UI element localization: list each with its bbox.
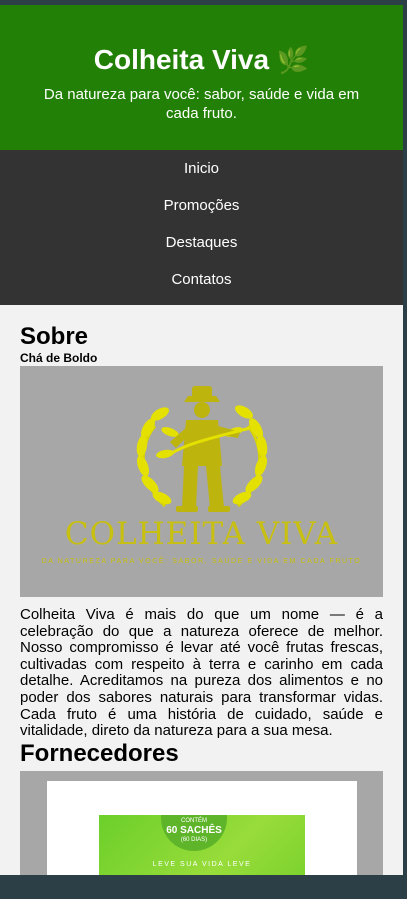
about-heading: Sobre <box>20 323 89 350</box>
product-badge: CONTÉM 60 SACHÊS (60 DIAS) <box>161 814 227 851</box>
product-package: CONTÉM 60 SACHÊS (60 DIAS) LEVE SUA VIDA… <box>99 814 305 875</box>
badge-top: CONTÉM <box>181 817 207 824</box>
site-title: Colheita Viva 🌿 <box>0 43 403 77</box>
nav-item-promocoes[interactable]: Promoções <box>0 192 403 229</box>
badge-bottom: (60 DIAS) <box>180 836 208 843</box>
main-nav: Inicio Promoções Destaques Contatos <box>0 150 403 305</box>
nav-item-contatos[interactable]: Contatos <box>0 266 403 303</box>
site-header: Colheita Viva 🌿 Da natureza para você: s… <box>0 5 403 150</box>
main-content: Sobre Chá de Boldo COLHEITA VIVA DA NATU… <box>0 305 403 875</box>
leaf-icon: 🌿 <box>276 45 310 75</box>
supplier-card: CONTÉM 60 SACHÊS (60 DIAS) LEVE SUA VIDA… <box>47 780 357 875</box>
badge-main: 60 SACHÊS <box>166 824 222 836</box>
brand-logo-image: COLHEITA VIVA DA NATUREZA PARA VOCÊ: SAB… <box>20 366 383 597</box>
logo-tagline: DA NATUREZA PARA VOCÊ: SABOR, SAÚDE E VI… <box>41 558 362 565</box>
about-subheading: Chá de Boldo <box>20 351 98 365</box>
site-title-text: Colheita Viva <box>93 44 270 75</box>
supplier-image: CONTÉM 60 SACHÊS (60 DIAS) LEVE SUA VIDA… <box>20 770 383 875</box>
about-text: Colheita Viva é mais do que um nome — é … <box>20 606 383 740</box>
nav-item-inicio[interactable]: Inicio <box>0 155 403 192</box>
product-slogan: LEVE SUA VIDA LEVE <box>152 860 252 868</box>
page: Colheita Viva 🌿 Da natureza para você: s… <box>0 5 403 875</box>
nav-item-destaques[interactable]: Destaques <box>0 229 403 266</box>
suppliers-heading: Fornecedores <box>20 739 179 767</box>
site-subtitle: Da natureza para você: sabor, saúde e vi… <box>43 86 360 122</box>
logo-brand-name: COLHEITA VIVA <box>64 516 339 552</box>
